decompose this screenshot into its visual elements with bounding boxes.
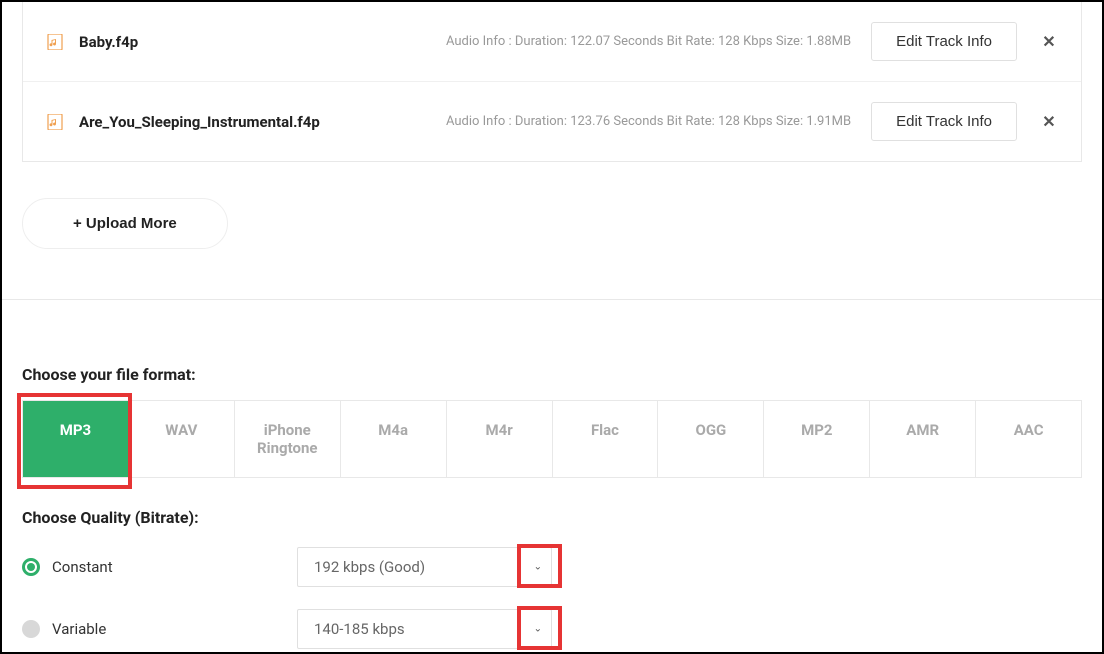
close-icon[interactable]: ✕ bbox=[1041, 34, 1057, 50]
format-option-wav[interactable]: WAV bbox=[129, 401, 235, 477]
file-name: Are_You_Sleeping_Instrumental.f4p bbox=[79, 113, 320, 131]
edit-track-button[interactable]: Edit Track Info bbox=[871, 22, 1017, 61]
upload-more-button[interactable]: + Upload More bbox=[22, 198, 228, 249]
select-value: 140-185 kbps bbox=[297, 609, 552, 649]
radio-variable[interactable]: Variable bbox=[22, 620, 297, 638]
format-grid: MP3 WAV iPhone Ringtone M4a M4r Flac OGG… bbox=[22, 400, 1082, 478]
constant-bitrate-select[interactable]: 192 kbps (Good) ⌄ bbox=[297, 547, 552, 587]
quality-row-constant: Constant 192 kbps (Good) ⌄ bbox=[22, 547, 1082, 587]
highlight-box bbox=[17, 393, 132, 489]
format-section-label: Choose your file format: bbox=[22, 365, 1082, 384]
file-list: Baby.f4p Audio Info : Duration: 122.07 S… bbox=[22, 2, 1082, 162]
file-name: Baby.f4p bbox=[79, 33, 138, 51]
select-value: 192 kbps (Good) bbox=[297, 547, 552, 587]
format-option-amr[interactable]: AMR bbox=[870, 401, 976, 477]
quality-section-label: Choose Quality (Bitrate): bbox=[22, 508, 1082, 527]
format-option-aac[interactable]: AAC bbox=[976, 401, 1081, 477]
format-section: Choose your file format: MP3 WAV iPhone … bbox=[2, 300, 1102, 649]
format-option-mp2[interactable]: MP2 bbox=[764, 401, 870, 477]
close-icon[interactable]: ✕ bbox=[1041, 114, 1057, 130]
file-info: Audio Info : Duration: 123.76 Seconds Bi… bbox=[320, 114, 871, 129]
file-row: Are_You_Sleeping_Instrumental.f4p Audio … bbox=[23, 82, 1081, 161]
format-label: MP3 bbox=[60, 421, 91, 439]
radio-label: Variable bbox=[52, 620, 106, 638]
variable-bitrate-select[interactable]: 140-185 kbps ⌄ bbox=[297, 609, 552, 649]
radio-icon bbox=[22, 558, 40, 576]
quality-row-variable: Variable 140-185 kbps ⌄ bbox=[22, 609, 1082, 649]
file-row: Baby.f4p Audio Info : Duration: 122.07 S… bbox=[23, 2, 1081, 82]
edit-track-button[interactable]: Edit Track Info bbox=[871, 102, 1017, 141]
format-option-m4a[interactable]: M4a bbox=[341, 401, 447, 477]
format-option-iphone-ringtone[interactable]: iPhone Ringtone bbox=[235, 401, 341, 477]
radio-label: Constant bbox=[52, 558, 113, 576]
format-option-flac[interactable]: Flac bbox=[553, 401, 659, 477]
audio-file-icon bbox=[47, 114, 63, 130]
file-info: Audio Info : Duration: 122.07 Seconds Bi… bbox=[138, 34, 871, 49]
format-option-mp3[interactable]: MP3 bbox=[23, 401, 129, 477]
format-option-m4r[interactable]: M4r bbox=[447, 401, 553, 477]
format-option-ogg[interactable]: OGG bbox=[658, 401, 764, 477]
radio-icon bbox=[22, 620, 40, 638]
audio-file-icon bbox=[47, 34, 63, 50]
radio-constant[interactable]: Constant bbox=[22, 558, 297, 576]
